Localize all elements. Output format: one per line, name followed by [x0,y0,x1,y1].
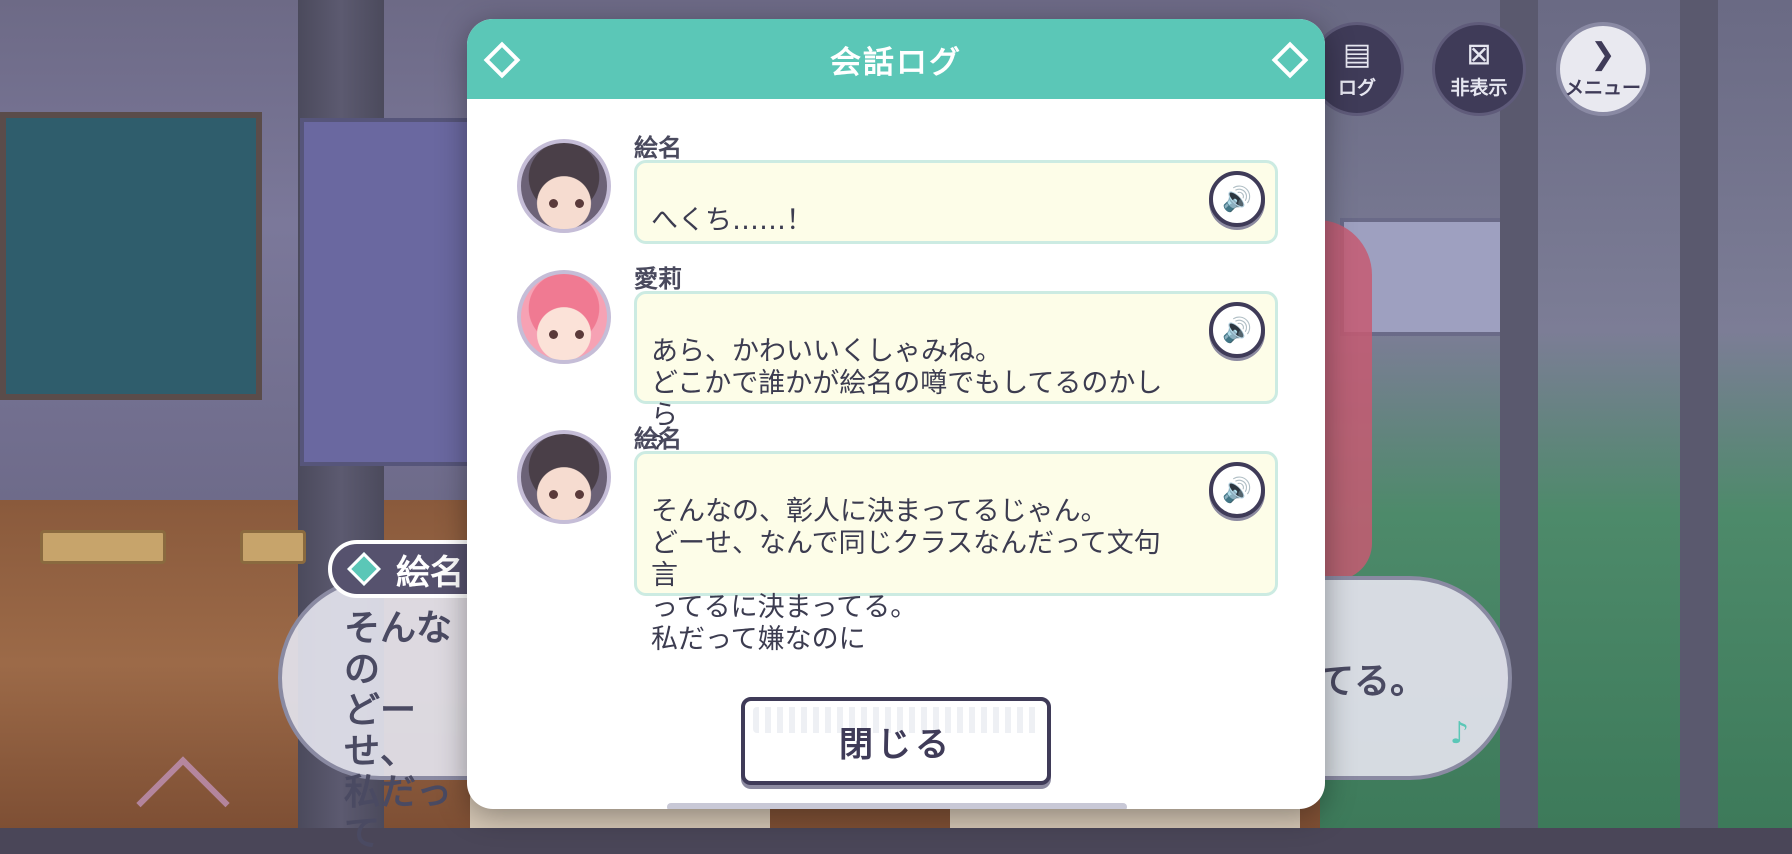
airi-avatar [517,270,611,364]
diamond-icon [1271,41,1309,79]
speaker-name: 絵名 [634,134,682,162]
conversation-log-modal: 会話ログ 絵名 へくち……！ 🔊 愛莉 あら、かわいいくしゃみね。 どこかで誰か… [467,19,1325,809]
music-note-icon: ♪ [1450,716,1470,751]
dialogue-text: そんなの どーせ、 私だって [344,608,453,854]
dialogue-text-tail: てる。 [1318,661,1427,702]
hallway-pillar [1680,0,1718,828]
speaker-name: 絵名 [634,425,682,453]
speaker-icon: 🔊 [1222,476,1252,504]
dialogue-speaker-name: 絵名 [396,552,464,593]
speaker-icon: 🔊 [1222,316,1252,344]
desk [40,530,166,564]
desk [240,530,306,564]
chalkboard [0,112,262,400]
message-bubble: あら、かわいいくしゃみね。 どこかで誰かが絵名の噂でもしてるのかしら ？ 🔊 [634,291,1278,463]
ena-avatar [517,139,611,233]
hide-button[interactable]: ⊠ 非表示 [1432,22,1526,116]
message-bubble: へくち……！ 🔊 [634,160,1278,244]
menu-button[interactable]: ❯ メニュー [1556,22,1650,116]
message-text: そんなの、彰人に決まってるじゃん。 どーせ、なんで同じクラスなんだって文句言 っ… [651,496,1161,655]
log-label: ログ [1337,76,1376,99]
close-button[interactable]: 閉じる [741,697,1051,785]
speaker-name: 愛莉 [634,265,682,293]
voice-play-button[interactable]: 🔊 [1209,171,1265,227]
close-button-label: 閉じる [839,724,953,765]
message-text: あら、かわいいくしゃみね。 どこかで誰かが絵名の噂でもしてるのかしら ？ [651,336,1163,463]
chevron-right-icon: ❯ [1590,36,1616,72]
message-text: へくち……！ [651,205,813,236]
modal-header: 会話ログ [467,19,1325,99]
voice-play-button[interactable]: 🔊 [1209,302,1265,358]
diamond-icon [347,552,381,586]
window [300,118,483,466]
modal-title: 会話ログ [830,44,962,81]
hide-icon: ⊠ [1466,36,1492,72]
hide-label: 非表示 [1450,76,1508,99]
voice-play-button[interactable]: 🔊 [1209,462,1265,518]
home-indicator [667,803,1127,809]
message-bubble: そんなの、彰人に決まってるじゃん。 どーせ、なんで同じクラスなんだって文句言 っ… [634,451,1278,655]
menu-label: メニュー [1564,76,1641,99]
log-icon: ▤ [1342,36,1372,72]
speaker-icon: 🔊 [1222,185,1252,213]
diamond-icon [483,41,521,79]
ena-avatar [517,430,611,524]
